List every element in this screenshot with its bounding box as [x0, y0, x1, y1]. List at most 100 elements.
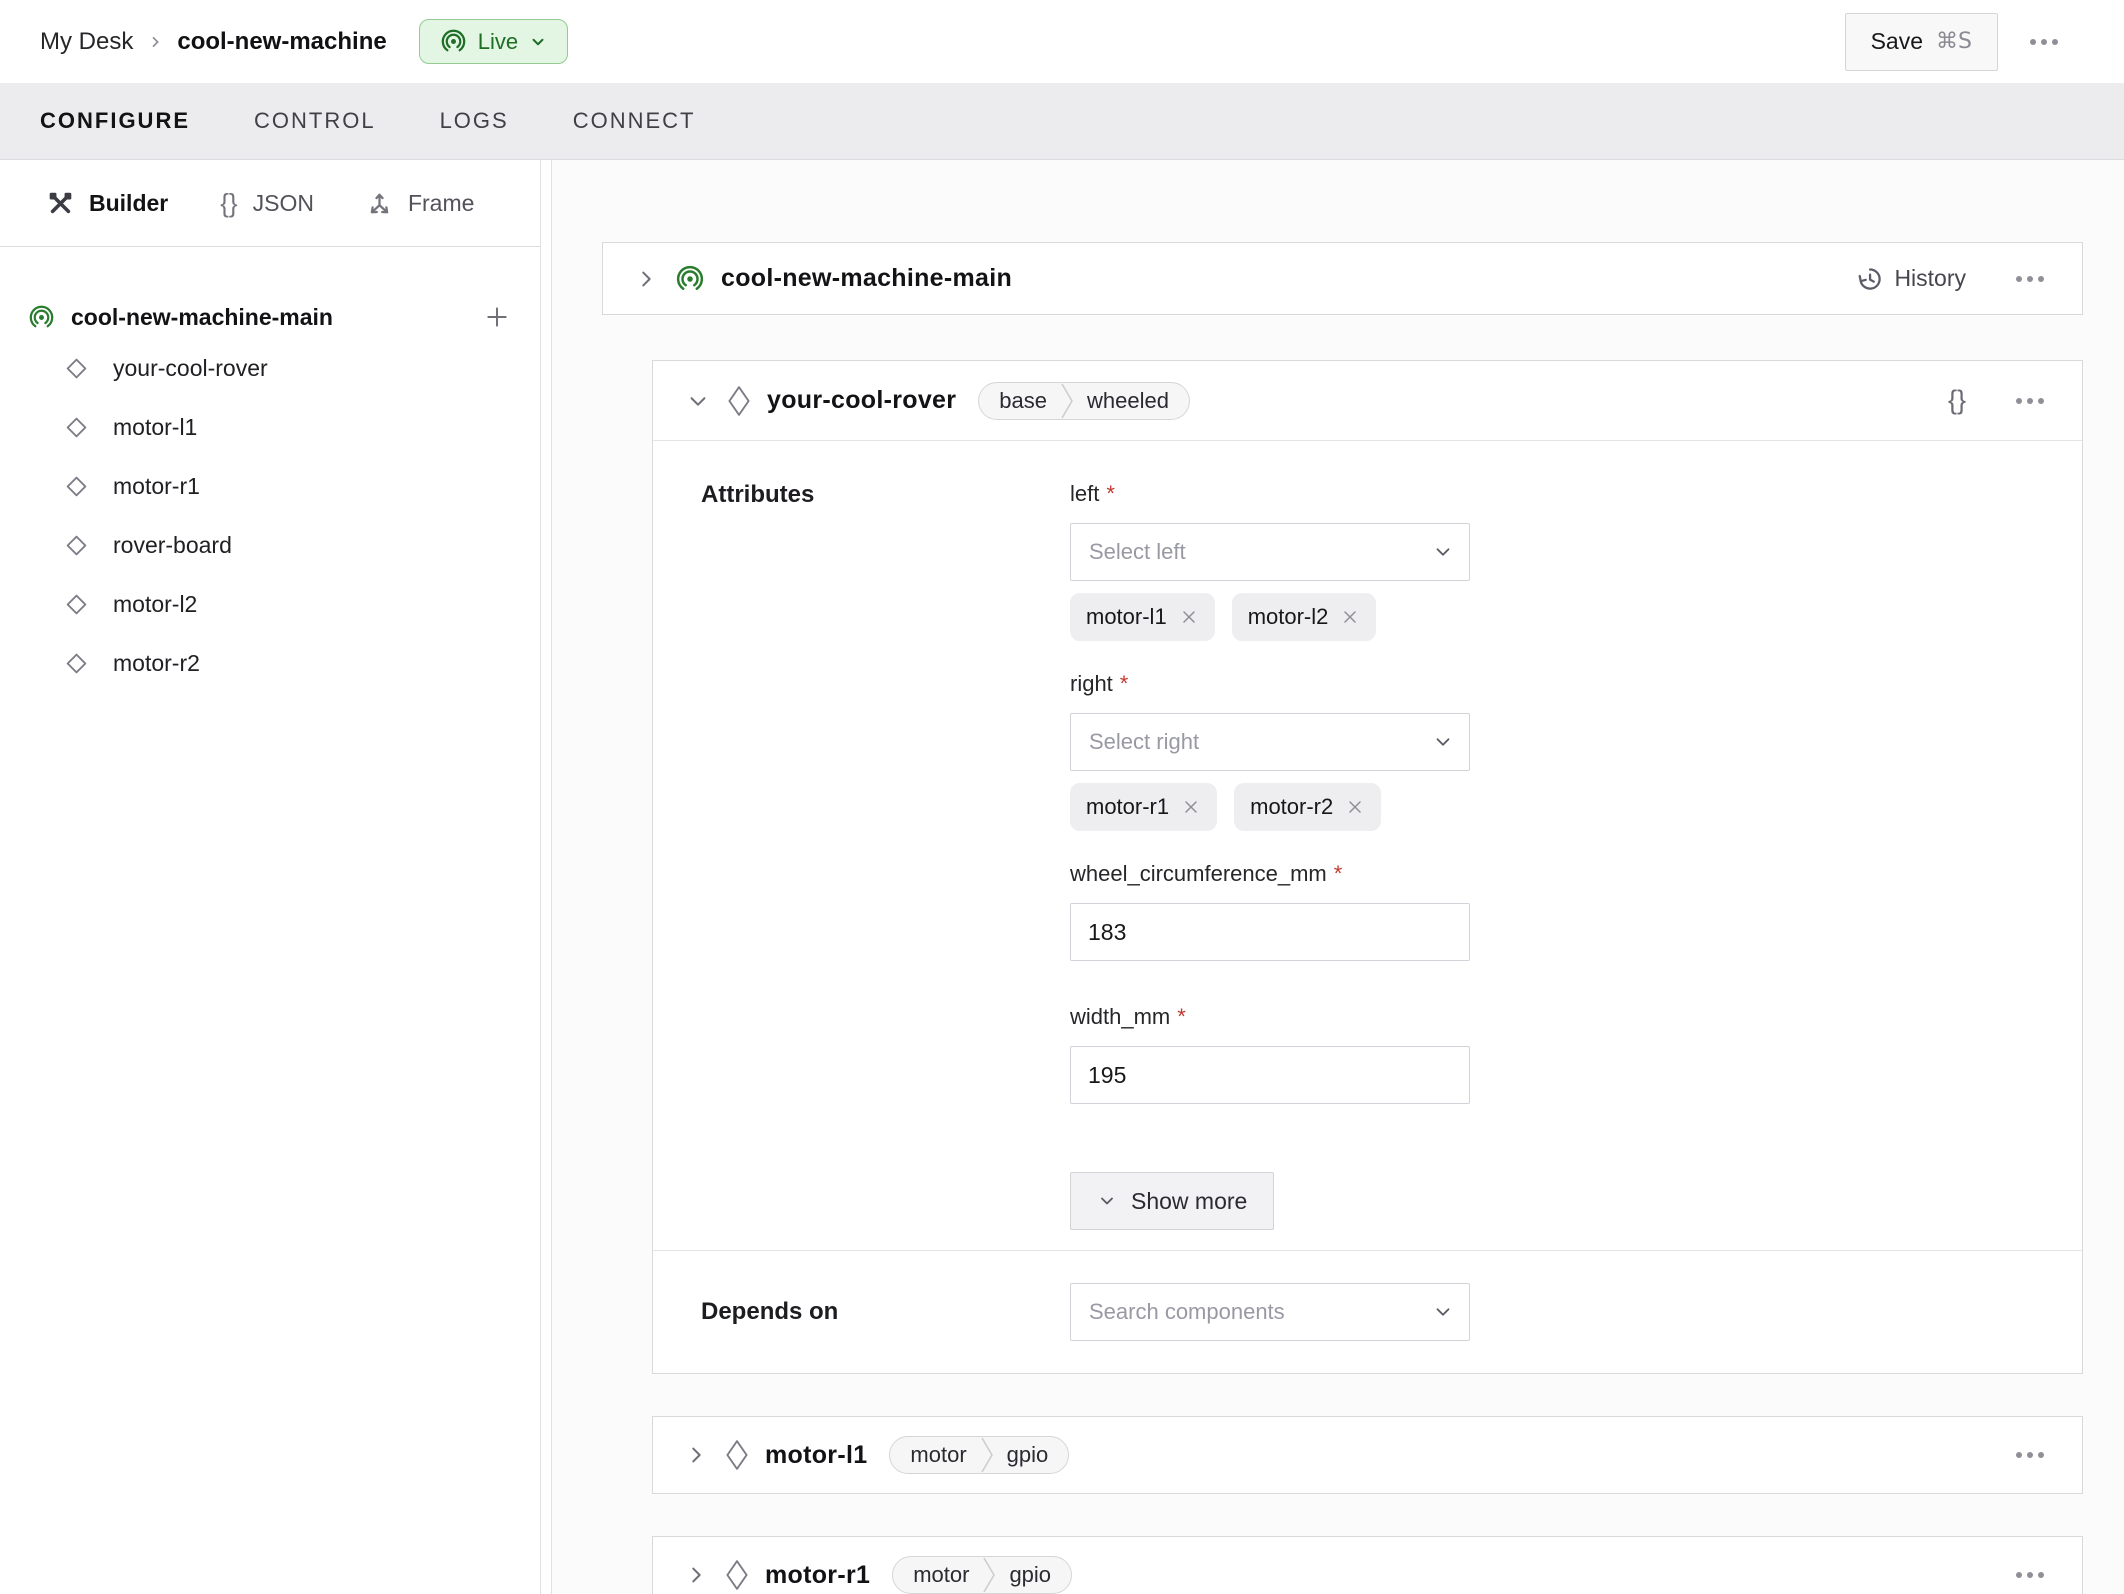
component-diamond-icon: [64, 533, 89, 558]
show-more-button[interactable]: Show more: [1070, 1172, 1275, 1230]
config-sidebar: Builder {} JSON Frame cool-new-machine-m…: [0, 160, 541, 1594]
tree-item-your-cool-rover[interactable]: your-cool-rover: [0, 339, 540, 398]
chevron-down-icon[interactable]: [687, 390, 709, 412]
depends-on-dropdown[interactable]: Search components: [1070, 1283, 1470, 1341]
remove-tag-icon[interactable]: [1340, 607, 1360, 627]
breadcrumb-root-link[interactable]: My Desk: [40, 28, 133, 56]
remove-tag-icon[interactable]: [1179, 607, 1199, 627]
component-overflow-menu-button[interactable]: [2006, 1562, 2054, 1588]
component-card-motor-r1[interactable]: motor-r1 motor gpio: [652, 1536, 2083, 1594]
component-title: motor-r1: [765, 1560, 871, 1589]
field-right-label: right: [1070, 671, 1113, 696]
history-button[interactable]: History: [1856, 265, 1966, 292]
machine-status-dropdown[interactable]: Live: [418, 19, 569, 64]
field-wheel-circumference: wheel_circumference_mm *: [1070, 861, 1470, 961]
broadcast-icon: [440, 28, 467, 55]
select-left-dropdown[interactable]: Select left: [1070, 523, 1470, 581]
wheel-circumference-input[interactable]: [1070, 903, 1470, 961]
tree-item-label: rover-board: [113, 532, 232, 558]
tab-connect[interactable]: CONNECT: [573, 108, 696, 134]
badge-model: wheeled: [1086, 387, 1169, 413]
depends-on-section: Depends on Search components: [653, 1251, 2082, 1373]
machine-part-card: cool-new-machine-main History: [602, 242, 2083, 315]
mode-frame-label: Frame: [407, 189, 475, 216]
mode-builder[interactable]: Builder: [47, 190, 168, 217]
badge-type: base: [999, 387, 1047, 413]
component-diamond-icon: [725, 1439, 749, 1471]
history-clock-icon: [1856, 265, 1883, 292]
breadcrumb-machine-name: cool-new-machine: [177, 27, 387, 55]
tab-configure[interactable]: CONFIGURE: [40, 108, 190, 134]
remove-tag-icon[interactable]: [1181, 797, 1201, 817]
chevron-down-icon: [529, 33, 547, 51]
component-diamond-icon: [64, 651, 89, 676]
tab-logs[interactable]: LOGS: [440, 108, 509, 134]
part-overflow-menu-button[interactable]: [2006, 266, 2054, 292]
sidebar-resize-gutter[interactable]: [541, 160, 552, 1594]
component-overflow-menu-button[interactable]: [2006, 388, 2054, 414]
tag-label: motor-r2: [1250, 794, 1334, 819]
main-tab-bar: CONFIGURE CONTROL LOGS CONNECT: [0, 83, 2124, 160]
save-button-label: Save: [1870, 28, 1924, 54]
chevron-right-icon[interactable]: [685, 1564, 707, 1586]
badge-type: motor: [910, 1442, 967, 1467]
top-bar: My Desk cool-new-machine Live Save ⌘S: [0, 0, 2124, 83]
select-right-dropdown[interactable]: Select right: [1070, 713, 1470, 771]
required-asterisk: *: [1333, 861, 1343, 886]
field-left: left * Select left motor-l1 motor-l2: [1070, 481, 1470, 641]
show-more-label: Show more: [1131, 1187, 1248, 1214]
machine-part-title: cool-new-machine-main: [721, 264, 1013, 292]
crossed-tools-icon: [47, 190, 74, 217]
component-diamond-icon: [725, 1559, 749, 1591]
config-mode-switcher: Builder {} JSON Frame: [0, 160, 540, 247]
field-right: right * Select right motor-r1 motor-r2: [1070, 671, 1470, 831]
remove-tag-icon[interactable]: [1345, 797, 1365, 817]
component-diamond-icon: [64, 474, 89, 499]
tag-motor-r1: motor-r1: [1070, 783, 1218, 831]
badge-model: gpio: [1006, 1442, 1049, 1467]
tree-root-label: cool-new-machine-main: [71, 303, 333, 330]
width-input[interactable]: [1070, 1046, 1470, 1104]
mode-builder-label: Builder: [89, 189, 169, 216]
tree-item-label: your-cool-rover: [113, 355, 268, 381]
save-button[interactable]: Save ⌘S: [1844, 12, 1998, 71]
field-left-label: left: [1070, 481, 1100, 506]
tag-motor-r2: motor-r2: [1234, 783, 1382, 831]
component-tree: cool-new-machine-main your-cool-rover mo…: [0, 247, 540, 693]
chevron-right-icon[interactable]: [635, 268, 657, 290]
tree-item-motor-r1[interactable]: motor-r1: [0, 457, 540, 516]
chevron-down-icon: [1097, 1191, 1117, 1211]
component-type-badge: base wheeled: [978, 381, 1190, 420]
tag-label: motor-l2: [1247, 604, 1329, 629]
mode-frame[interactable]: Frame: [366, 190, 474, 217]
required-asterisk: *: [1119, 671, 1129, 696]
add-component-icon[interactable]: [480, 300, 514, 334]
attributes-section: Attributes left * Select left motor-l1 m…: [653, 441, 2082, 1251]
chevron-right-icon[interactable]: [685, 1444, 707, 1466]
tree-item-motor-l2[interactable]: motor-l2: [0, 575, 540, 634]
tree-root-machine-part[interactable]: cool-new-machine-main: [0, 295, 540, 339]
field-width: width_mm *: [1070, 1004, 1470, 1104]
broadcast-icon: [28, 304, 55, 331]
component-title: your-cool-rover: [767, 386, 957, 414]
tree-item-motor-r2[interactable]: motor-r2: [0, 634, 540, 693]
component-title: motor-l1: [765, 1440, 868, 1469]
depends-on-placeholder: Search components: [1089, 1299, 1285, 1324]
edit-json-icon[interactable]: {}: [1948, 387, 1966, 414]
tag-label: motor-l1: [1086, 604, 1167, 629]
required-asterisk: *: [1106, 481, 1115, 506]
page-overflow-menu-button[interactable]: [2020, 29, 2068, 55]
tag-motor-l2: motor-l2: [1231, 593, 1377, 641]
select-left-placeholder: Select left: [1089, 539, 1186, 564]
component-card-header[interactable]: your-cool-rover base wheeled {}: [653, 361, 2082, 441]
braces-icon: {}: [220, 188, 238, 218]
tree-item-motor-l1[interactable]: motor-l1: [0, 398, 540, 457]
tree-item-label: motor-l1: [113, 414, 198, 440]
component-overflow-menu-button[interactable]: [2006, 1442, 2054, 1468]
tab-control[interactable]: CONTROL: [254, 108, 376, 134]
mode-json[interactable]: {} JSON: [220, 190, 314, 217]
component-card-motor-l1[interactable]: motor-l1 motor gpio: [652, 1416, 2083, 1494]
tree-item-rover-board[interactable]: rover-board: [0, 516, 540, 575]
history-label: History: [1894, 265, 1966, 291]
component-diamond-icon: [64, 592, 89, 617]
